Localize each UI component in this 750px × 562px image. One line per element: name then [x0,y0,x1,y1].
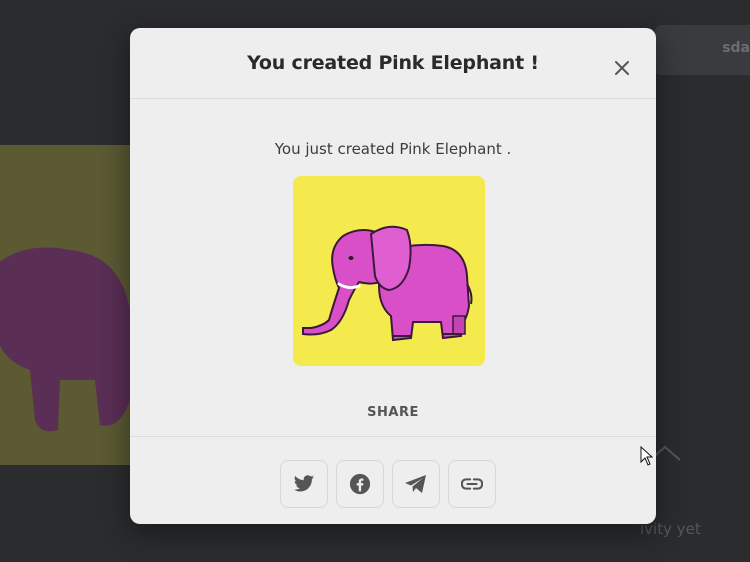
share-copy-link-button[interactable] [448,460,496,508]
close-icon [615,61,629,75]
telegram-icon [405,475,426,493]
share-facebook-button[interactable] [336,460,384,508]
nft-image [293,176,485,366]
link-icon [461,478,483,490]
screen: sda ivity yet You created Pink Elephant … [0,0,750,562]
facebook-icon [349,473,371,495]
mouse-cursor-icon [640,446,654,466]
modal-message: You just created Pink Elephant . [274,140,512,158]
background-top-text: sda [722,40,750,56]
background-elephant-image [0,247,130,432]
share-twitter-button[interactable] [280,460,328,508]
close-button[interactable] [612,58,632,78]
created-nft-modal: You created Pink Elephant ! You just cre… [130,28,656,524]
twitter-icon [293,475,315,492]
share-buttons [280,460,500,508]
share-label: SHARE [367,405,419,420]
modal-header: You created Pink Elephant ! [130,28,656,99]
pink-elephant-image [302,225,473,342]
share-telegram-button[interactable] [392,460,440,508]
modal-title: You created Pink Elephant ! [247,52,539,74]
share-divider [130,436,656,437]
